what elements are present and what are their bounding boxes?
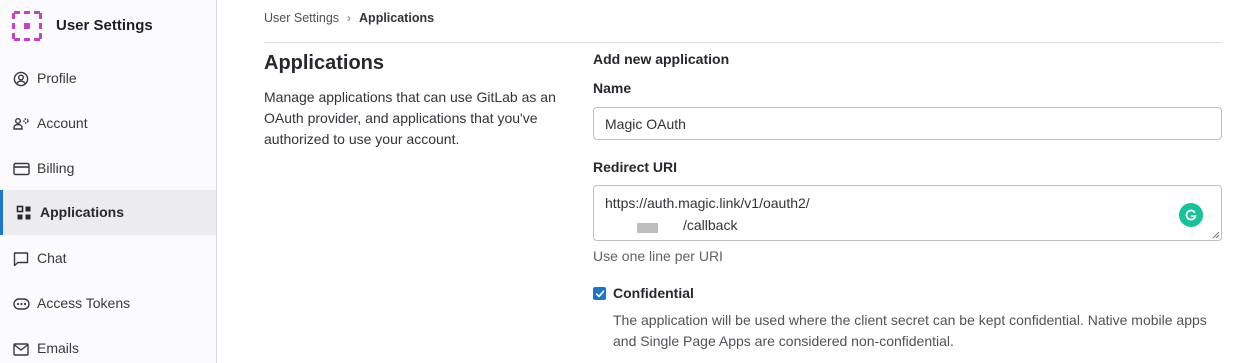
form-heading: Add new application [593,51,730,67]
redirect-uri-line: https://auth.magic.link/v1/oauth2/ [605,195,810,211]
profile-icon [12,70,30,88]
sidebar-item-label: Access Tokens [37,295,131,311]
redacted-block [637,223,658,233]
sidebar-item-applications[interactable]: Applications [0,190,216,235]
page-title: Applications [264,52,385,74]
account-icon [12,115,30,133]
confidential-checkbox[interactable] [593,287,606,300]
sidebar-item-label: Emails [37,340,80,356]
sidebar-item-label: Billing [37,160,75,176]
name-label: Name [593,80,632,96]
name-input[interactable] [593,107,1222,140]
settings-sidebar: User Settings Profile Account Billing Ap… [0,0,217,363]
applications-icon [15,204,33,222]
confidential-label[interactable]: Confidential [613,285,694,301]
sidebar-item-label: Chat [37,250,67,266]
sidebar-item-label: Account [37,115,88,131]
confidential-help: The application will be used where the c… [613,312,1207,349]
user-settings-logo-icon [12,11,42,41]
sidebar-header: User Settings [0,0,216,52]
redirect-uri-label: Redirect URI [593,159,678,175]
sidebar-item-emails[interactable]: Emails [0,326,216,363]
billing-icon [12,160,30,178]
sidebar-item-label: Profile [37,70,77,86]
breadcrumb-user-settings-link[interactable]: User Settings [264,11,339,25]
grammarly-icon[interactable] [1179,203,1203,227]
email-icon [12,340,30,358]
redirect-uri-line: /callback [683,217,738,233]
sidebar-item-access-tokens[interactable]: Access Tokens [0,281,216,326]
token-icon [12,295,30,313]
sidebar-item-chat[interactable]: Chat [0,236,216,281]
resize-handle-icon[interactable] [1212,231,1220,239]
sidebar-item-profile[interactable]: Profile [0,56,216,101]
redirect-uri-textarea[interactable]: https://auth.magic.link/v1/oauth2/ /call… [593,185,1222,241]
sidebar-item-label: Applications [40,204,125,220]
header-divider [264,42,1222,43]
breadcrumb: User Settings › Applications [264,11,434,25]
chevron-right-icon: › [347,11,352,25]
redirect-uri-help: Use one line per URI [593,248,723,264]
chat-icon [12,250,30,268]
sidebar-title: User Settings [56,17,153,34]
sidebar-item-billing[interactable]: Billing [0,146,216,191]
sidebar-item-account[interactable]: Account [0,101,216,146]
page-description: Manage applications that can use GitLab … [264,89,556,147]
breadcrumb-current[interactable]: Applications [359,11,434,25]
